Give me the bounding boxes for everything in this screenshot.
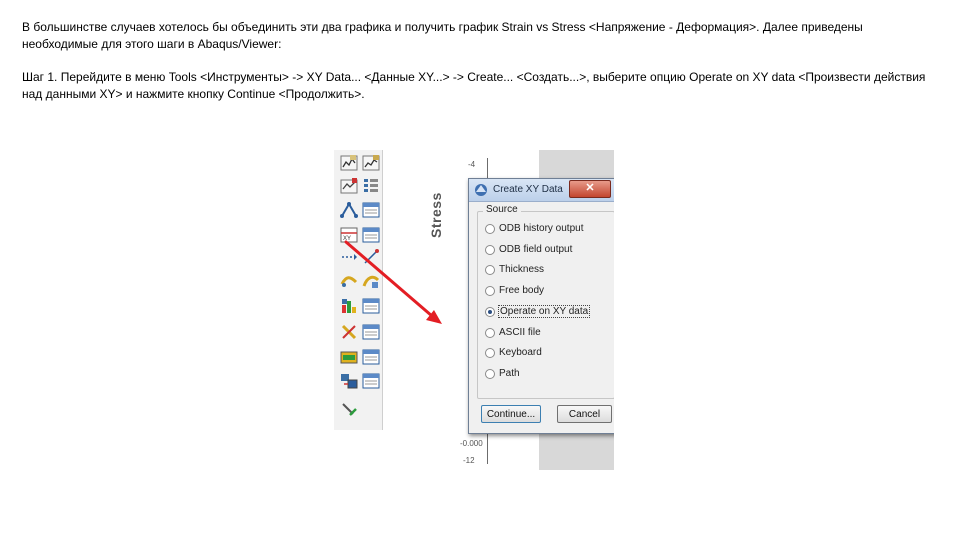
radio-option[interactable]: Keyboard [485, 347, 611, 361]
toolbar-row [338, 201, 382, 221]
radio-option-label: ODB field output [499, 243, 573, 255]
abaqus-screenshot: XY -4 -0.000 -12 Stress Create XY Data ✕… [334, 150, 614, 470]
radio-option[interactable]: Free body [485, 285, 611, 299]
toolbar-row: XY [338, 226, 382, 246]
toolbar-row [338, 323, 382, 343]
radio-option-label: ODB history output [499, 223, 584, 234]
toolbar-row [338, 297, 382, 317]
radio-option-label: Operate on XY data [497, 304, 591, 318]
y-tick-label: -12 [463, 456, 475, 465]
svg-text:XY: XY [343, 236, 351, 242]
radio-option-label: Thickness [499, 264, 545, 276]
toolbar-row [338, 248, 382, 268]
radio-option[interactable]: ASCII file [485, 327, 611, 341]
xy-data-manager-icon[interactable] [362, 226, 380, 244]
dialog-titlebar[interactable]: Create XY Data ✕ [469, 179, 614, 202]
radio-button[interactable] [485, 327, 495, 338]
xy-manager-icon[interactable] [362, 201, 380, 219]
abaqus-logo-icon [474, 183, 488, 197]
step1-paragraph: Шаг 1. Перейдите в меню Tools <Инструмен… [22, 70, 926, 101]
radio-button[interactable] [485, 265, 495, 276]
radio-option[interactable]: ODB field output [485, 244, 611, 258]
xy-data-create-icon[interactable]: XY [340, 226, 358, 244]
x-tick-label: -0.000 [460, 439, 483, 448]
radio-option[interactable]: Path [485, 368, 611, 382]
path-create-icon[interactable] [340, 248, 358, 266]
radio-option[interactable]: Operate on XY data [485, 304, 611, 320]
plot-history-icon[interactable] [340, 177, 358, 195]
xy-plot-area: -4 -0.000 -12 Stress Create XY Data ✕ So… [384, 150, 614, 470]
query-tool-icon[interactable] [340, 400, 358, 418]
stream-manager-icon[interactable] [362, 372, 380, 390]
stream-icon[interactable] [340, 372, 358, 390]
xy-create-icon[interactable] [340, 201, 358, 219]
view-cut-icon[interactable] [340, 348, 358, 366]
radio-button[interactable] [485, 286, 495, 297]
radio-option[interactable]: Thickness [485, 264, 611, 278]
toolbar-row [338, 348, 382, 368]
dialog-title: Create XY Data [493, 184, 563, 195]
cancel-button[interactable]: Cancel [557, 405, 612, 423]
radio-option-label: Free body [499, 285, 545, 297]
radio-option-label: Path [499, 367, 520, 379]
toolbox-panel: XY [334, 150, 383, 430]
plot-chart-edit-icon[interactable] [362, 154, 380, 172]
radio-option[interactable]: ODB history output [485, 223, 611, 237]
toolbar-row [338, 177, 382, 197]
radio-button[interactable] [485, 368, 495, 379]
toolbar-row [338, 372, 382, 392]
intro-paragraph: В большинстве случаев хотелось бы объеди… [22, 20, 863, 51]
close-button[interactable]: ✕ [569, 180, 611, 198]
toolbar-row [338, 272, 382, 292]
display-group-icon[interactable] [340, 297, 358, 315]
radio-option-label: ASCII file [499, 326, 541, 338]
source-group-label: Source [483, 204, 521, 215]
toolbar-row [338, 154, 382, 174]
view-cut-manager-icon[interactable] [362, 348, 380, 366]
radio-option-label: Keyboard [499, 347, 542, 359]
radio-button[interactable] [485, 348, 495, 359]
create-xy-data-dialog: Create XY Data ✕ Source Continue... Canc… [468, 178, 614, 434]
continue-button[interactable]: Continue... [481, 405, 541, 423]
radio-button[interactable] [485, 244, 495, 255]
plot-list-icon[interactable] [362, 177, 380, 195]
y-tick-label: -4 [468, 160, 476, 169]
plot-chart-icon[interactable] [340, 154, 358, 172]
radio-button[interactable] [485, 224, 495, 234]
radio-button-selected[interactable] [485, 306, 495, 317]
y-axis-label: Stress [428, 192, 444, 238]
animate-options-icon[interactable] [362, 272, 380, 290]
animate-icon[interactable] [340, 272, 358, 290]
path-manager-icon[interactable] [362, 248, 380, 266]
toolbar-row [338, 400, 382, 420]
probe-icon[interactable] [340, 323, 358, 341]
probe-options-icon[interactable] [362, 323, 380, 341]
display-group-manager-icon[interactable] [362, 297, 380, 315]
